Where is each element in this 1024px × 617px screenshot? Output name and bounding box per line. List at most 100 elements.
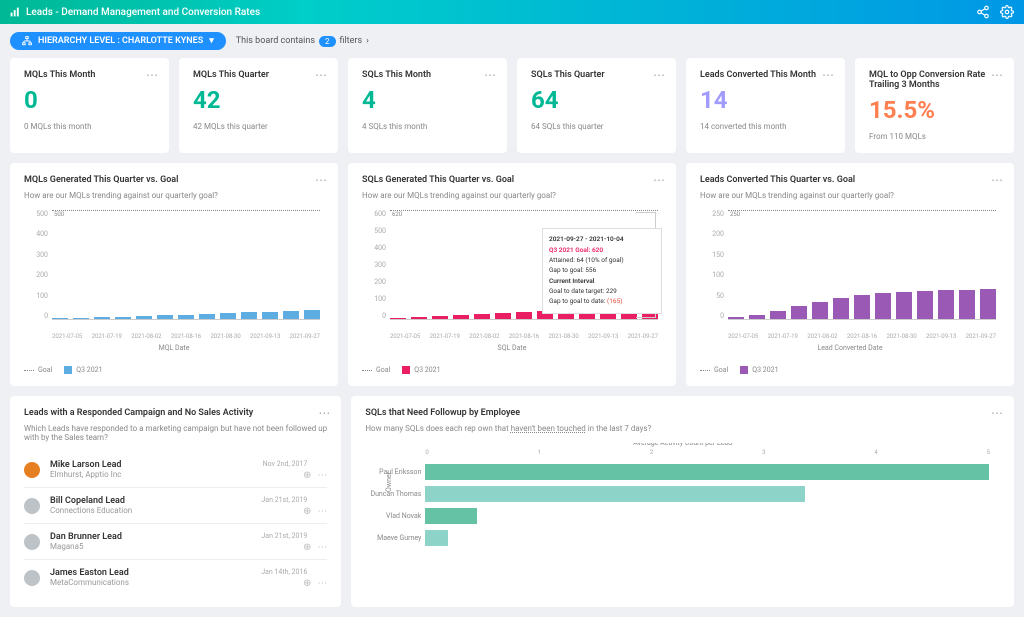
add-icon[interactable]: ⊕ [303,542,311,553]
chart-bar[interactable] [833,298,849,319]
hbar-row: Maeve Gurney [425,529,1000,547]
hbar-chart: Average Activity Count per Lead 012345 P… [365,443,1000,553]
chart-bar[interactable] [283,311,299,319]
chart-bar[interactable] [875,293,891,319]
card-menu-icon[interactable]: ⋯ [653,173,666,187]
kpi-card[interactable]: ⋯ MQLs This Month 0 0 MQLs this month [10,58,169,153]
gear-icon[interactable] [1000,5,1014,19]
kpi-value: 42 [193,86,324,114]
chart-bar[interactable] [791,306,807,319]
card-menu-icon[interactable]: ⋯ [484,68,497,82]
hbar-row: Duncan Thomas [425,485,1000,503]
more-icon[interactable]: ⋯ [317,506,327,517]
card-menu-icon[interactable]: ⋯ [146,68,159,82]
chart-title: Leads Converted This Quarter vs. Goal [700,175,1000,185]
chart-bar[interactable] [980,289,996,319]
chart-bar[interactable] [854,295,870,319]
chart-bar[interactable] [495,313,511,319]
chart-bar[interactable] [812,302,828,319]
kpi-title: SQLs This Quarter [531,70,662,80]
kpi-title: Leads Converted This Month [700,70,831,80]
kpi-card[interactable]: ⋯ MQLs This Quarter 42 42 MQLs this quar… [179,58,338,153]
hbar-label: Paul Eriksson [365,468,421,476]
chart-yaxis: 250200150100500 [700,210,724,320]
chart-bar[interactable] [199,314,215,319]
card-menu-icon[interactable]: ⋯ [315,68,328,82]
chart-bar[interactable] [157,315,173,319]
hbar-bar[interactable] [425,508,477,524]
card-menu-icon[interactable]: ⋯ [991,406,1004,420]
chart-bar[interactable] [959,290,975,319]
share-icon[interactable] [976,5,990,19]
more-icon[interactable]: ⋯ [317,578,327,589]
hierarchy-icon [22,36,32,46]
hbar-bar[interactable] [425,464,988,480]
chart-bar[interactable] [411,317,427,319]
chart-bar[interactable] [917,291,933,319]
chart-bar[interactable] [220,313,236,319]
hbar-row: Vlad Novak [425,507,1000,525]
kpi-subtitle: 42 MQLs this quarter [193,122,324,131]
kpi-subtitle: 4 SQLs this month [362,122,493,131]
hbar-bar[interactable] [425,486,804,502]
kpi-card[interactable]: ⋯ MQL to Opp Conversion Rate Trailing 3 … [855,58,1014,153]
card-menu-icon[interactable]: ⋯ [318,406,331,420]
add-icon[interactable]: ⊕ [303,470,311,481]
lead-date: Nov 2nd, 2017 [263,460,308,468]
card-menu-icon[interactable]: ⋯ [991,173,1004,187]
kpi-card[interactable]: ⋯ SQLs This Quarter 64 64 SQLs this quar… [517,58,676,153]
lead-item[interactable]: Mike Larson Lead Elmhurst, Apptio Inc No… [24,452,327,487]
filter-info[interactable]: This board contains 2 filters › [236,36,369,47]
chart-xaxis: 2021-07-052021-07-192021-08-022021-08-16… [390,333,658,340]
chart-bar[interactable] [749,315,765,319]
chart-legend: Goal Q3 2021 [700,366,1000,374]
more-icon[interactable]: ⋯ [317,470,327,481]
chart-icon [10,7,20,17]
chart-bar[interactable] [136,316,152,319]
chart-bar[interactable] [770,311,786,319]
chevron-down-icon: ▾ [209,36,214,46]
add-icon[interactable]: ⊕ [303,578,311,589]
lead-item[interactable]: Dan Brunner Lead Magana5 Jan 21st, 2019 … [24,523,327,559]
leads-no-activity-card: ⋯ Leads with a Responded Campaign and No… [10,396,341,607]
lead-list: Mike Larson Lead Elmhurst, Apptio Inc No… [24,452,327,595]
lead-name: Dan Brunner Lead [50,532,122,542]
kpi-subtitle: 14 converted this month [700,122,831,131]
chart-bar[interactable] [516,312,532,319]
lead-item[interactable]: Bill Copeland Lead Connections Education… [24,487,327,523]
card-menu-icon[interactable]: ⋯ [991,68,1004,82]
kpi-subtitle: 0 MQLs this month [24,122,155,131]
chart-bar[interactable] [241,312,257,319]
kpi-card[interactable]: ⋯ SQLs This Month 4 4 SQLs this month [348,58,507,153]
more-icon[interactable]: ⋯ [317,542,327,553]
hbar-xaxis: 012345 [425,449,990,456]
card-menu-icon[interactable]: ⋯ [653,68,666,82]
chart-bar[interactable] [178,315,194,319]
chart-area: 6005004003002001000 620 2021-07-052021-0… [362,210,662,340]
chart-bar[interactable] [728,317,744,319]
chart-bar[interactable] [896,292,912,319]
lead-company: Elmhurst, Apptio Inc [50,470,122,479]
chart-bar[interactable] [474,314,490,319]
chart-bar[interactable] [390,318,406,319]
kpi-card[interactable]: ⋯ Leads Converted This Month 14 14 conve… [686,58,845,153]
kpi-value: 64 [531,86,662,114]
card-menu-icon[interactable]: ⋯ [822,68,835,82]
chart-bar[interactable] [52,318,68,319]
trend-chart-card: ⋯ MQLs Generated This Quarter vs. Goal H… [10,163,338,386]
chart-bar[interactable] [115,317,131,319]
add-icon[interactable]: ⊕ [303,506,311,517]
chart-bar[interactable] [453,315,469,319]
chart-bar[interactable] [432,316,448,319]
trend-chart-card: ⋯ SQLs Generated This Quarter vs. Goal H… [348,163,676,386]
chart-bar[interactable] [304,310,320,319]
chart-bar[interactable] [94,317,110,319]
chart-bar[interactable] [938,290,954,319]
kpi-value: 14 [700,86,831,114]
chart-bar[interactable] [262,312,278,319]
hbar-bar[interactable] [425,530,448,546]
hierarchy-level-button[interactable]: HIERARCHY LEVEL : CHARLOTTE KYNES ▾ [10,32,226,50]
lead-item[interactable]: James Easton Lead MetaCommunications Jan… [24,559,327,595]
card-menu-icon[interactable]: ⋯ [315,173,328,187]
chart-bar[interactable] [73,318,89,319]
